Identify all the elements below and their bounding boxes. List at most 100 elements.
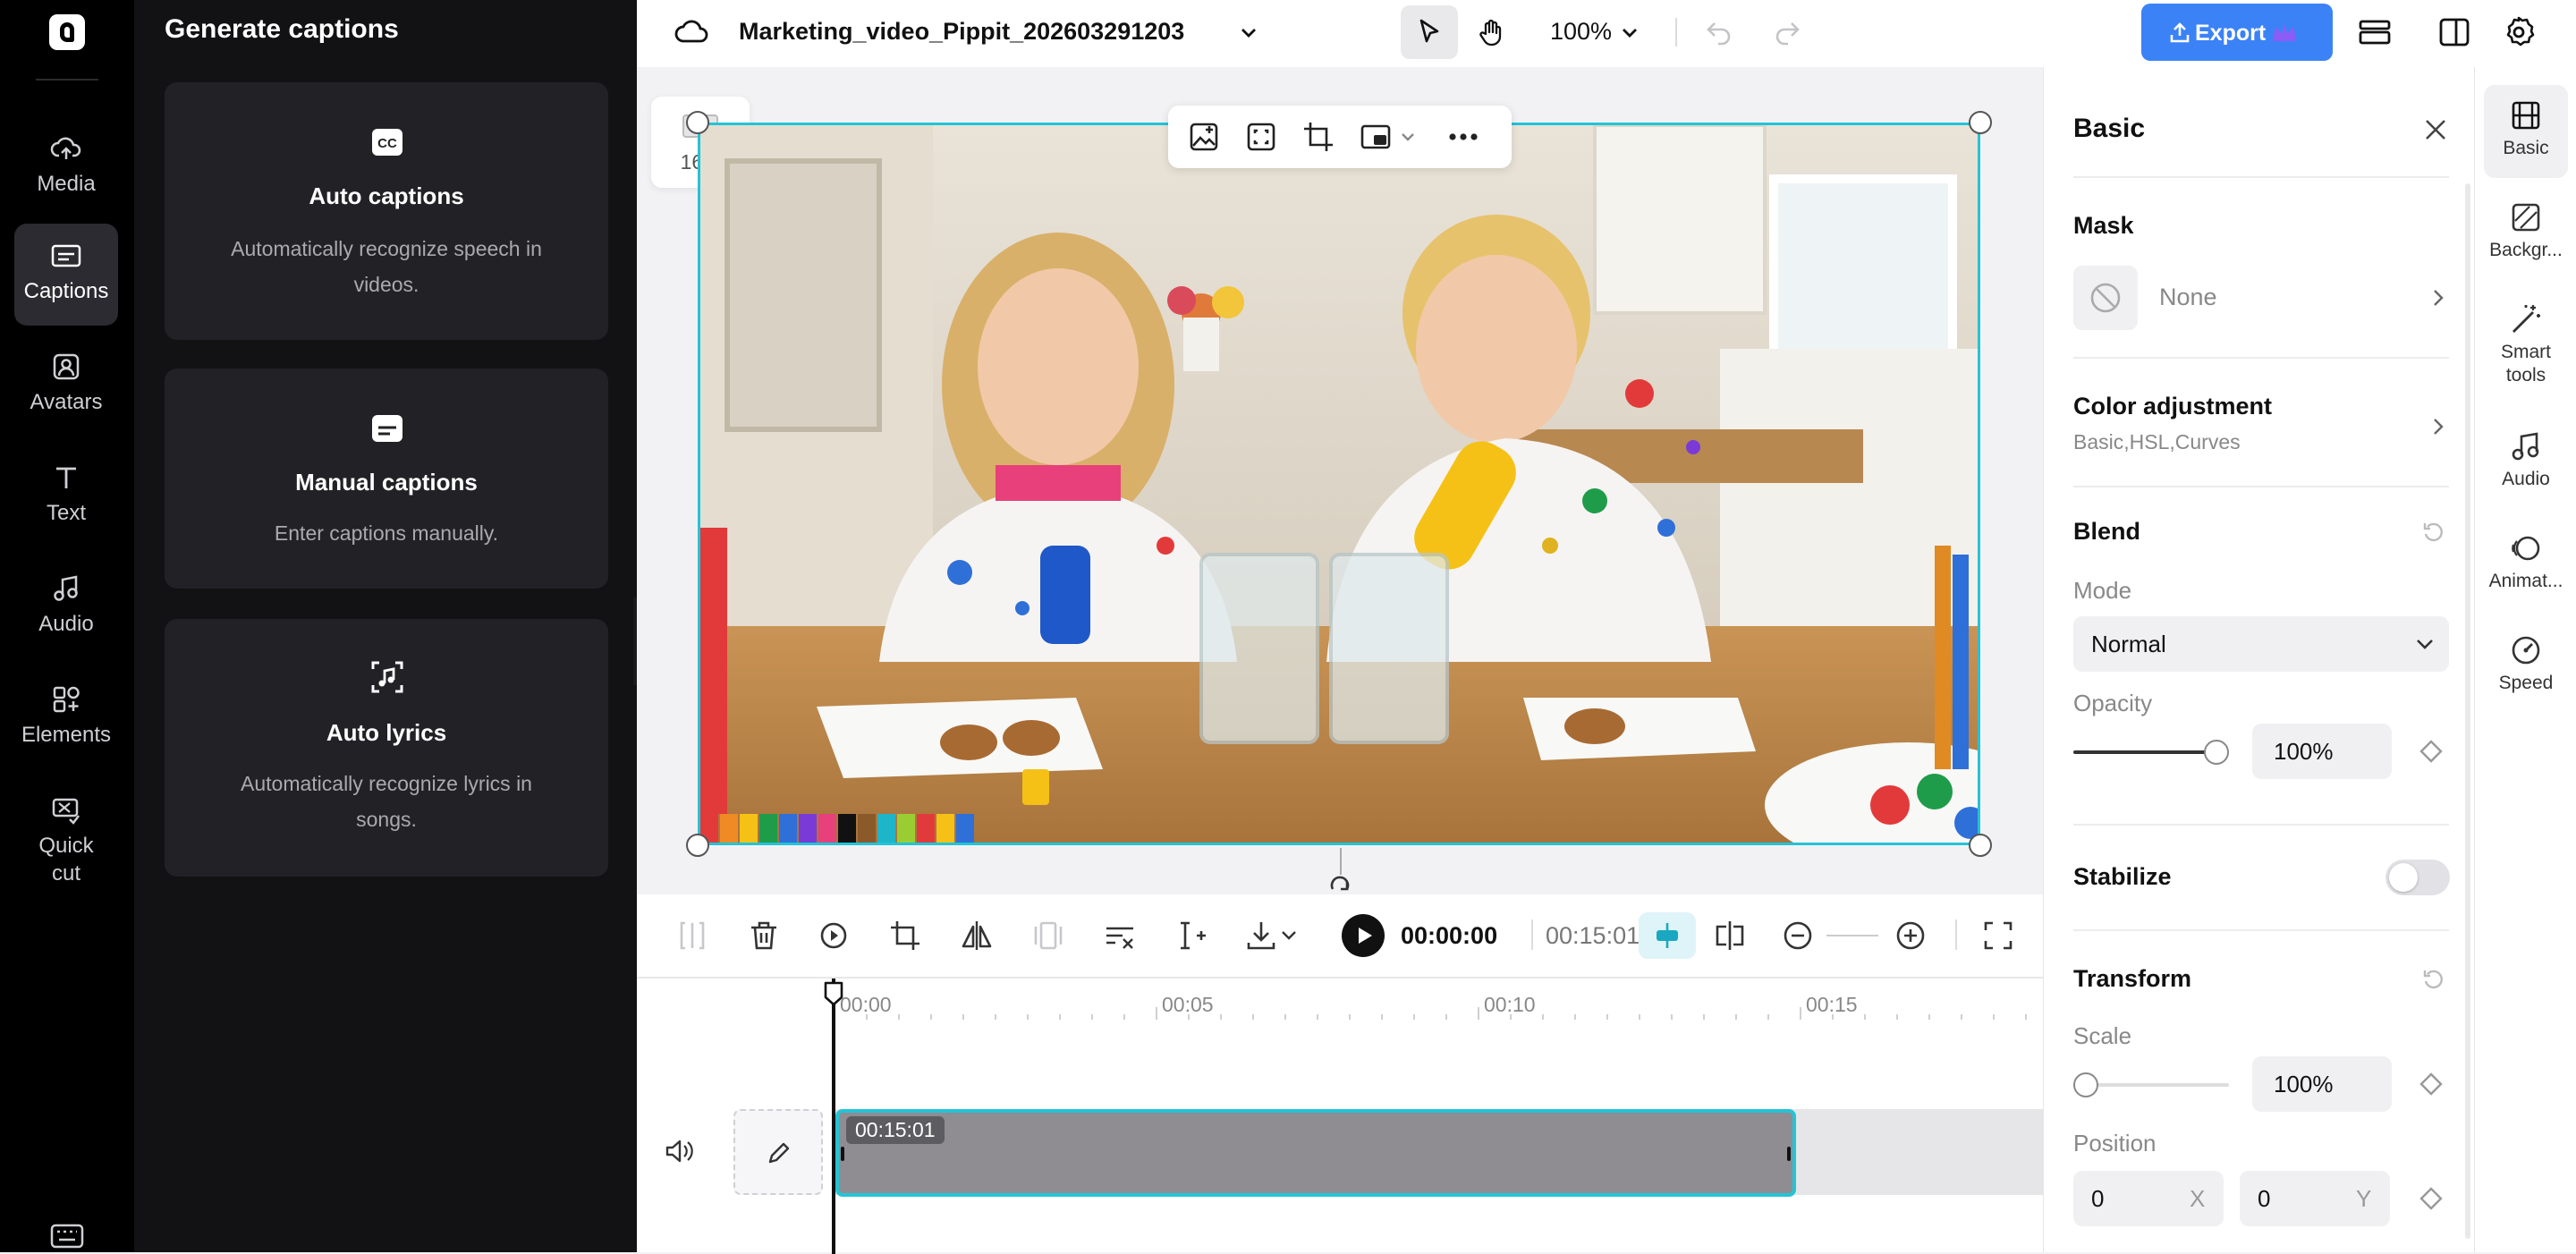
link-clips-icon[interactable] bbox=[1712, 918, 1748, 953]
editing-toolbar: 00:00:00 00:15:01 bbox=[637, 894, 2043, 977]
snap-toggle-button[interactable] bbox=[1639, 912, 1696, 959]
video-preview[interactable] bbox=[698, 123, 1980, 845]
chevron-down-icon[interactable] bbox=[1279, 925, 1299, 945]
scale-input[interactable]: 100% bbox=[2252, 1056, 2392, 1112]
position-x-input[interactable]: 0 X bbox=[2073, 1171, 2224, 1226]
blend-mode-select[interactable]: Normal bbox=[2073, 616, 2449, 672]
auto-captions-card[interactable]: CC Auto captions Automatically recognize… bbox=[165, 82, 608, 340]
keyframe-icon[interactable] bbox=[2418, 738, 2445, 765]
manual-captions-card[interactable]: Manual captions Enter captions manually. bbox=[165, 369, 608, 589]
crop-icon[interactable] bbox=[1302, 121, 1335, 153]
transform-label: Transform bbox=[2073, 965, 2192, 992]
timeline-zoom-slider[interactable] bbox=[1826, 935, 1878, 936]
delete-icon[interactable] bbox=[746, 918, 782, 953]
rail-item-background[interactable]: Backgr... bbox=[2475, 199, 2576, 262]
video-clip[interactable]: 00:15:01 bbox=[835, 1109, 1796, 1197]
undo-icon[interactable] bbox=[1703, 16, 1735, 48]
playhead-handle[interactable] bbox=[823, 980, 844, 1007]
download-icon[interactable] bbox=[1243, 918, 1279, 953]
reset-icon[interactable] bbox=[2421, 520, 2446, 545]
color-adjustment-row[interactable]: Color adjustment Basic,HSL,Curves bbox=[2073, 382, 2449, 468]
auto-reframe-icon[interactable] bbox=[1245, 121, 1277, 153]
auto-lyrics-card[interactable]: Auto lyrics Automatically recognize lyri… bbox=[165, 619, 608, 877]
nav-item-text[interactable]: Text bbox=[14, 453, 118, 549]
scrollbar[interactable] bbox=[2465, 183, 2470, 1239]
position-y-input[interactable]: 0 Y bbox=[2240, 1171, 2390, 1226]
zoom-out-icon[interactable] bbox=[1780, 918, 1816, 953]
settings-gear-icon[interactable] bbox=[2501, 14, 2537, 50]
freeze-frame-icon[interactable] bbox=[1030, 918, 1066, 953]
layers-icon[interactable] bbox=[2356, 14, 2394, 50]
stabilize-toggle[interactable] bbox=[2385, 860, 2450, 895]
app-logo[interactable] bbox=[49, 14, 85, 50]
split-icon[interactable] bbox=[674, 918, 710, 953]
panel-layout-icon[interactable] bbox=[2436, 14, 2472, 50]
rail-item-speed[interactable]: Speed bbox=[2475, 632, 2576, 695]
select-tool-button[interactable] bbox=[1401, 5, 1458, 59]
opacity-label: Opacity bbox=[2073, 690, 2153, 716]
audio-split-icon[interactable] bbox=[1102, 918, 1138, 953]
opacity-slider[interactable] bbox=[2073, 736, 2229, 768]
properties-title: Basic bbox=[2073, 114, 2146, 143]
mirror-icon[interactable] bbox=[959, 918, 995, 953]
more-options-icon[interactable] bbox=[1445, 121, 1481, 153]
rail-item-audio[interactable]: Audio bbox=[2475, 428, 2576, 491]
rotate-icon[interactable] bbox=[1326, 873, 1354, 894]
chevron-right-icon bbox=[2428, 287, 2449, 309]
mask-selector[interactable]: None bbox=[2073, 266, 2449, 330]
cloud-saved-icon[interactable] bbox=[674, 16, 708, 48]
nav-item-quick-cut[interactable]: Quick cut bbox=[14, 785, 118, 902]
replay-icon[interactable] bbox=[816, 918, 852, 953]
export-button[interactable]: Export bbox=[2141, 4, 2333, 61]
resize-handle-top-left[interactable] bbox=[686, 111, 709, 134]
insert-split-icon[interactable] bbox=[1174, 918, 1209, 953]
reset-icon[interactable] bbox=[2421, 967, 2446, 992]
clip-trim-handle-left[interactable] bbox=[841, 1147, 844, 1161]
play-icon bbox=[1355, 926, 1375, 945]
fullscreen-icon[interactable] bbox=[1980, 918, 2016, 953]
close-icon[interactable] bbox=[2421, 115, 2450, 144]
timeline: 00:00 00:05 00:10 00:15 00:15:01 bbox=[637, 977, 2043, 1254]
toolbar-divider bbox=[1675, 18, 1677, 47]
nav-item-elements[interactable]: Elements bbox=[14, 674, 118, 771]
rail-item-smart-tools[interactable]: Smart tools bbox=[2475, 301, 2576, 387]
nav-item-avatars[interactable]: Avatars bbox=[14, 342, 118, 438]
rail-item-basic[interactable]: Basic bbox=[2475, 97, 2576, 160]
resize-handle-bottom-left[interactable] bbox=[686, 834, 709, 857]
crop-icon[interactable] bbox=[887, 918, 923, 953]
resize-handle-bottom-right[interactable] bbox=[1969, 834, 1992, 857]
opacity-value: 100% bbox=[2274, 738, 2334, 765]
hand-tool-button[interactable] bbox=[1463, 5, 1521, 59]
axis-y-label: Y bbox=[2356, 1185, 2372, 1212]
replace-image-icon[interactable] bbox=[1188, 121, 1220, 153]
scale-slider[interactable] bbox=[2073, 1069, 2229, 1101]
keyframe-icon[interactable] bbox=[2418, 1071, 2445, 1097]
resize-handle-top-right[interactable] bbox=[1969, 111, 1992, 134]
rail-item-animation[interactable]: Animat... bbox=[2475, 530, 2576, 593]
redo-icon[interactable] bbox=[1771, 16, 1803, 48]
slider-thumb[interactable] bbox=[2204, 740, 2229, 765]
keyboard-shortcuts-icon[interactable] bbox=[50, 1222, 84, 1249]
rail-label: Animat... bbox=[2488, 571, 2563, 591]
zoom-in-icon[interactable] bbox=[1893, 918, 1928, 953]
nav-item-captions[interactable]: Captions bbox=[14, 224, 118, 326]
play-button[interactable] bbox=[1342, 914, 1385, 957]
rail-label: Backgr... bbox=[2489, 240, 2563, 260]
track-audio-toggle-icon[interactable] bbox=[664, 1136, 694, 1166]
track-cover-button[interactable] bbox=[733, 1109, 823, 1195]
project-title[interactable]: Marketing_video_Pippit_202603291203 bbox=[739, 18, 1184, 46]
nav-item-media[interactable]: Media bbox=[14, 123, 118, 220]
zoom-level[interactable]: 100% bbox=[1550, 18, 1612, 46]
cc-icon: CC bbox=[370, 125, 404, 159]
timeline-ruler[interactable] bbox=[835, 993, 2043, 1020]
nav-item-audio[interactable]: Audio bbox=[14, 563, 118, 660]
picture-in-picture-icon[interactable] bbox=[1360, 121, 1392, 153]
opacity-input[interactable]: 100% bbox=[2252, 724, 2392, 779]
chevron-down-icon[interactable] bbox=[1236, 20, 1261, 45]
slider-thumb[interactable] bbox=[2073, 1072, 2098, 1097]
keyframe-icon[interactable] bbox=[2418, 1185, 2445, 1212]
chevron-down-icon[interactable] bbox=[1617, 20, 1642, 45]
chevron-down-icon[interactable] bbox=[1399, 128, 1417, 146]
playhead-line bbox=[832, 979, 835, 1254]
clip-trim-handle-right[interactable] bbox=[1787, 1147, 1791, 1161]
